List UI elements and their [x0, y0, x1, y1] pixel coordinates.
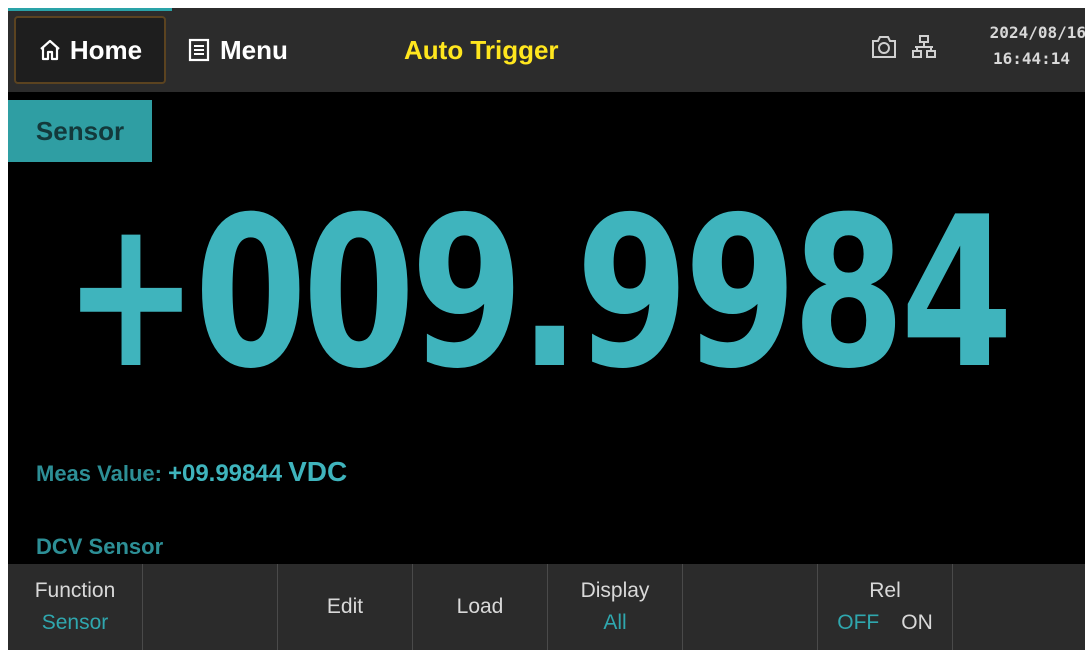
meas-value: +09.99844: [167, 460, 283, 487]
rel-toggle: OFF ON: [837, 611, 933, 635]
softkey-value: Sensor: [41, 611, 109, 634]
rel-on-option: ON: [901, 611, 933, 634]
softkey-display[interactable]: Display All: [548, 564, 683, 650]
function-mode-label: DCV Sensor: [36, 534, 164, 559]
home-label: Home: [69, 34, 143, 65]
camera-icon[interactable]: [870, 34, 898, 60]
time-text: 16:44:14: [992, 49, 1070, 68]
home-button[interactable]: Home: [14, 16, 166, 84]
meas-label: Meas Value:: [36, 461, 162, 486]
menu-icon: [188, 38, 210, 62]
date-time: 2024/08/16 16:44:14: [966, 20, 1085, 72]
softkey-label: Function: [34, 579, 116, 602]
top-bar: Home Menu Auto Trigger 2024/08/16 16:44:…: [8, 8, 1085, 92]
softkey-label: Edit: [326, 595, 364, 618]
meas-unit: VDC: [288, 456, 348, 487]
menu-button[interactable]: Menu: [188, 16, 288, 84]
home-accent-line: [8, 8, 172, 11]
trigger-status[interactable]: Auto Trigger: [404, 16, 559, 84]
softkey-label: Load: [456, 595, 504, 618]
softkey-function[interactable]: Function Sensor: [8, 564, 143, 650]
home-icon: [40, 39, 60, 61]
network-icon: [912, 34, 936, 60]
softkey-empty-2[interactable]: [143, 564, 278, 650]
softkey-edit[interactable]: Edit: [278, 564, 413, 650]
softkey-label: Display: [580, 579, 650, 602]
softkey-bar: Function Sensor Edit Load Display All Re…: [8, 564, 1085, 650]
status-icons: [870, 34, 950, 60]
softkey-value: All: [603, 611, 627, 634]
main-reading: +009.9984: [63, 173, 1013, 415]
softkey-empty-8[interactable]: [953, 564, 1085, 650]
softkey-empty-6[interactable]: [683, 564, 818, 650]
instrument-screen: Home Menu Auto Trigger 2024/08/16 16:44:…: [8, 8, 1085, 650]
mode-tag: Sensor: [8, 100, 152, 162]
meas-value-line: Meas Value: +09.99844 VDC: [36, 456, 347, 488]
softkey-label: Rel: [869, 579, 901, 602]
rel-off-option: OFF: [837, 611, 880, 634]
softkey-rel[interactable]: Rel OFF ON: [818, 564, 953, 650]
date-text: 2024/08/16: [989, 23, 1085, 42]
menu-label: Menu: [220, 34, 288, 65]
softkey-load[interactable]: Load: [413, 564, 548, 650]
